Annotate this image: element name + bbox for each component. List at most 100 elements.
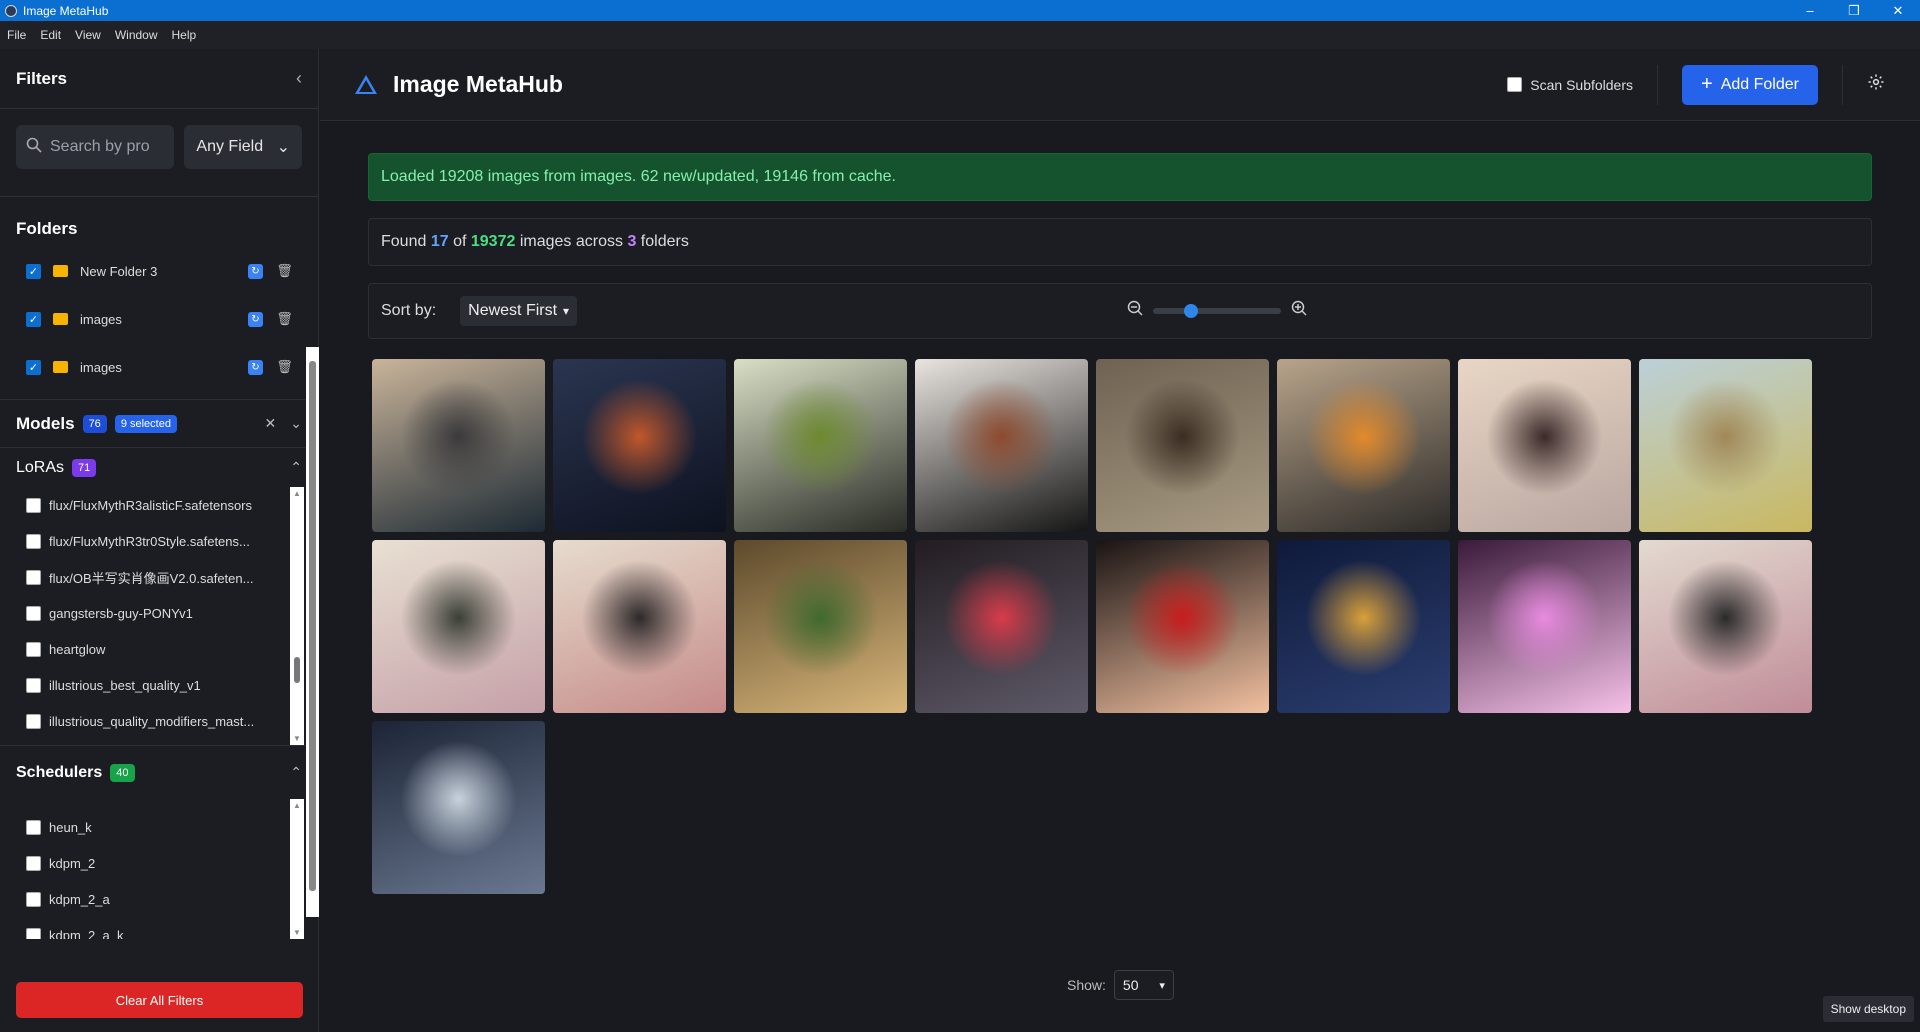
found-mid: images across bbox=[519, 233, 623, 250]
loras-list: flux/FluxMythR3alisticF.safetensors flux… bbox=[0, 487, 318, 745]
scroll-up-icon[interactable]: ▲ bbox=[293, 801, 301, 810]
page-size-select[interactable]: 50 ▾ bbox=[1113, 970, 1174, 1000]
thumbnail-vintage-car-street[interactable] bbox=[372, 359, 545, 532]
folder-item[interactable]: ✓ images ↻ 🗑 bbox=[0, 343, 318, 391]
thumbnail-pagoda-lake-1[interactable] bbox=[372, 540, 545, 713]
total-count: 19372 bbox=[470, 233, 516, 250]
thumbnail-angel-robot-city[interactable] bbox=[372, 721, 545, 894]
minimize-button[interactable]: – bbox=[1788, 0, 1832, 21]
thumbnail-moon-tree-lake[interactable] bbox=[1458, 359, 1631, 532]
lora-checkbox[interactable] bbox=[26, 605, 41, 621]
search-row: Any Field ⌄ bbox=[0, 109, 318, 197]
sort-value: Newest First bbox=[468, 302, 558, 319]
scan-subfolders[interactable]: Scan Subfolders bbox=[1507, 77, 1633, 93]
list-item[interactable]: illustrious_best_quality_v1 bbox=[0, 667, 318, 703]
scheduler-checkbox[interactable] bbox=[26, 819, 41, 835]
menu-window[interactable]: Window bbox=[108, 28, 165, 42]
menu-edit[interactable]: Edit bbox=[33, 28, 68, 42]
search-box[interactable] bbox=[16, 125, 175, 169]
lora-checkbox[interactable] bbox=[26, 497, 41, 513]
chevron-up-icon[interactable]: ⌃ bbox=[290, 764, 302, 781]
trash-icon[interactable]: 🗑 bbox=[276, 359, 293, 375]
list-item[interactable]: flux/FluxMythR3alisticF.safetensors bbox=[0, 487, 318, 523]
thumbnail-fox-stars[interactable] bbox=[1277, 540, 1450, 713]
scroll-down-icon[interactable]: ▼ bbox=[293, 734, 301, 743]
folder-checkbox[interactable]: ✓ bbox=[26, 311, 41, 327]
lora-checkbox[interactable] bbox=[26, 677, 41, 693]
list-item[interactable]: heun_k bbox=[0, 809, 318, 845]
thumbnail-mech-robot[interactable] bbox=[553, 359, 726, 532]
folders-count: 3 bbox=[627, 233, 637, 250]
list-item[interactable]: gangstersb-guy-PONYv1 bbox=[0, 595, 318, 631]
zoom-slider[interactable] bbox=[1153, 303, 1281, 318]
folders-section: Folders ✓ New Folder 3 ↻ 🗑 ✓ images ↻ 🗑 … bbox=[0, 197, 318, 391]
scroll-down-icon[interactable]: ▼ bbox=[293, 928, 301, 937]
trash-icon[interactable]: 🗑 bbox=[276, 311, 293, 327]
list-item[interactable]: heartglow bbox=[0, 631, 318, 667]
thumbnail-frog-hair[interactable] bbox=[734, 540, 907, 713]
zoom-out-icon[interactable] bbox=[1127, 300, 1143, 321]
chevron-left-icon[interactable]: ‹ bbox=[296, 68, 302, 89]
menu-help[interactable]: Help bbox=[165, 28, 204, 42]
lora-checkbox[interactable] bbox=[26, 641, 41, 657]
add-folder-button[interactable]: + Add Folder bbox=[1682, 64, 1818, 105]
list-item[interactable]: kdpm_2_a_k bbox=[0, 917, 318, 939]
menu-file[interactable]: File bbox=[0, 28, 33, 42]
thumbnail-grass-hut[interactable] bbox=[1639, 359, 1812, 532]
gear-icon[interactable] bbox=[1867, 73, 1885, 97]
app-title: Image MetaHub bbox=[393, 71, 563, 97]
thumbnail-pagoda-lake-2[interactable] bbox=[553, 540, 726, 713]
thumbnail-marshmallow-swing[interactable] bbox=[1458, 540, 1631, 713]
thumbnail-moss-garden-arches[interactable] bbox=[734, 359, 907, 532]
refresh-icon[interactable]: ↻ bbox=[248, 359, 263, 375]
sidebar-scrollbar[interactable] bbox=[306, 347, 319, 917]
chevron-up-icon[interactable]: ⌃ bbox=[290, 459, 302, 476]
list-item[interactable]: kdpm_2_a bbox=[0, 881, 318, 917]
scan-subfolders-checkbox[interactable] bbox=[1507, 77, 1523, 92]
zoom-in-icon[interactable] bbox=[1291, 300, 1307, 321]
list-item[interactable]: illustrious_quality_modifiers_mast... bbox=[0, 703, 318, 739]
folder-icon bbox=[53, 265, 68, 277]
thumbnail-pepper-sunglasses[interactable] bbox=[1096, 540, 1269, 713]
restore-button[interactable]: ❐ bbox=[1832, 0, 1876, 21]
list-item[interactable]: kdpm_2 bbox=[0, 845, 318, 881]
trash-icon[interactable]: 🗑 bbox=[276, 263, 293, 279]
thumbnail-stone-doorway[interactable] bbox=[1096, 359, 1269, 532]
models-row[interactable]: Models 76 9 selected ✕ ⌄ bbox=[0, 399, 318, 447]
schedulers-scrollbar[interactable]: ▲ ▼ bbox=[290, 799, 304, 939]
sort-select[interactable]: Newest First ▾ bbox=[460, 296, 578, 326]
clear-icon[interactable]: ✕ bbox=[265, 415, 277, 432]
zoom-slider-knob[interactable] bbox=[1184, 303, 1199, 318]
folder-checkbox[interactable]: ✓ bbox=[26, 359, 41, 375]
scheduler-checkbox[interactable] bbox=[26, 891, 41, 907]
lora-checkbox[interactable] bbox=[26, 713, 41, 729]
folder-checkbox[interactable]: ✓ bbox=[26, 263, 41, 279]
field-select[interactable]: Any Field ⌄ bbox=[184, 125, 302, 169]
scheduler-checkbox[interactable] bbox=[26, 855, 41, 871]
thumbnail-cliff-moon-birds[interactable] bbox=[1639, 540, 1812, 713]
lora-checkbox[interactable] bbox=[26, 569, 41, 585]
chevron-down-icon[interactable]: ⌄ bbox=[290, 415, 302, 432]
list-item[interactable]: flux/FluxMythR3tr0Style.safetens... bbox=[0, 523, 318, 559]
scheduler-checkbox[interactable] bbox=[26, 927, 41, 939]
folder-item[interactable]: ✓ images ↻ 🗑 bbox=[0, 295, 318, 343]
list-item[interactable]: flux/OB半写实肖像画V2.0.safeten... bbox=[0, 559, 318, 595]
scroll-thumb[interactable] bbox=[309, 361, 316, 891]
loras-scrollbar[interactable]: ▲ ▼ bbox=[290, 487, 304, 745]
thumbnail-dark-knight-saber[interactable] bbox=[915, 540, 1088, 713]
clear-all-filters-button[interactable]: Clear All Filters bbox=[16, 982, 303, 1018]
close-button[interactable]: ✕ bbox=[1876, 0, 1920, 21]
add-folder-label: Add Folder bbox=[1720, 75, 1799, 93]
folder-item[interactable]: ✓ New Folder 3 ↻ 🗑 bbox=[0, 247, 318, 295]
lora-checkbox[interactable] bbox=[26, 533, 41, 549]
search-input[interactable] bbox=[50, 138, 150, 156]
thumbnail-woman-portrait[interactable] bbox=[915, 359, 1088, 532]
loras-header[interactable]: LoRAs 71 ⌃ bbox=[0, 447, 318, 487]
refresh-icon[interactable]: ↻ bbox=[248, 263, 263, 279]
scroll-up-icon[interactable]: ▲ bbox=[293, 489, 301, 498]
scroll-thumb[interactable] bbox=[294, 657, 300, 683]
menu-view[interactable]: View bbox=[68, 28, 108, 42]
thumbnail-salon-chairs[interactable] bbox=[1277, 359, 1450, 532]
refresh-icon[interactable]: ↻ bbox=[248, 311, 263, 327]
schedulers-header[interactable]: Schedulers 40 ⌃ bbox=[0, 745, 318, 799]
